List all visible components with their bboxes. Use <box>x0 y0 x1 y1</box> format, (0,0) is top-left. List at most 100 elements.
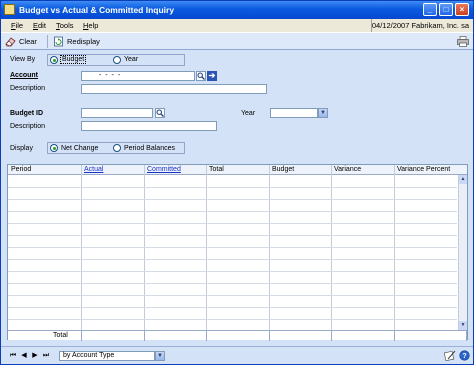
inquiry-window: Budget vs Actual & Committed Inquiry _ □… <box>0 0 474 365</box>
menu-tools[interactable]: Tools <box>56 21 74 30</box>
table-row[interactable] <box>8 187 457 188</box>
scroll-down-icon[interactable]: ▼ <box>459 321 467 330</box>
table-row[interactable] <box>8 211 457 212</box>
view-by-label: View By <box>10 56 36 63</box>
bottom-bar: ⏮ ◀ ▶ ⏭ by Account Type ▼ ? <box>1 346 473 364</box>
year-label: Year <box>241 110 256 117</box>
column-divider <box>331 165 332 340</box>
column-variance-percent[interactable]: Variance Percent <box>397 166 450 173</box>
grid-header: Period Actual Committed Total Budget Var… <box>8 165 467 175</box>
display-period-balances-radio[interactable] <box>113 144 121 152</box>
account-label[interactable]: Account <box>10 72 38 79</box>
account-mask: - - - - <box>99 72 122 79</box>
total-committed-cell <box>144 331 206 341</box>
magnifier-icon <box>156 109 164 117</box>
menu-file[interactable]: File <box>11 21 23 30</box>
total-variance-cell <box>331 331 394 341</box>
scroll-thumb[interactable] <box>459 184 467 321</box>
total-actual-cell <box>81 331 144 341</box>
table-row[interactable] <box>8 235 457 236</box>
redisplay-icon <box>54 36 63 47</box>
view-by-budget-label[interactable]: Budget <box>60 55 87 64</box>
clear-button[interactable]: Clear <box>5 35 37 48</box>
column-divider <box>81 165 82 340</box>
year-dropdown[interactable] <box>270 108 318 118</box>
minimize-button[interactable]: _ <box>423 3 437 16</box>
redisplay-label: Redisplay <box>67 37 100 46</box>
view-by-year-label[interactable]: Year <box>124 56 138 63</box>
budget-id-field[interactable] <box>81 108 153 118</box>
window-title: Budget vs Actual & Committed Inquiry <box>19 5 175 15</box>
eraser-icon <box>5 37 16 47</box>
user-date-status: 04/12/2007 Fabrikam, Inc. sa <box>371 21 469 30</box>
printer-icon[interactable] <box>457 36 469 47</box>
results-grid: Period Actual Committed Total Budget Var… <box>7 164 468 341</box>
table-row[interactable] <box>8 223 457 224</box>
last-record-icon[interactable]: ⏭ <box>42 351 50 360</box>
scroll-up-icon[interactable]: ▲ <box>459 175 467 184</box>
clear-label: Clear <box>19 37 37 46</box>
table-row[interactable] <box>8 199 457 200</box>
toolbar: Clear Redisplay <box>1 32 473 50</box>
next-record-icon[interactable]: ▶ <box>31 351 39 360</box>
budget-description-field[interactable] <box>81 121 217 131</box>
total-budget-cell <box>269 331 331 341</box>
menu-edit[interactable]: Edit <box>33 21 46 30</box>
account-expand-button[interactable]: ➔ <box>207 71 217 81</box>
column-divider <box>394 165 395 340</box>
table-row[interactable] <box>8 259 457 260</box>
budget-id-label: Budget ID <box>10 110 44 117</box>
column-divider <box>269 165 270 340</box>
total-variance-percent-cell <box>394 331 467 341</box>
toolbar-divider <box>47 35 48 48</box>
budget-description-label: Description <box>10 123 46 130</box>
menu-help[interactable]: Help <box>83 21 98 30</box>
magnifier-icon <box>197 72 205 80</box>
column-actual[interactable]: Actual <box>84 166 103 173</box>
column-committed[interactable]: Committed <box>147 166 181 173</box>
column-divider <box>144 165 145 340</box>
display-period-balances-label[interactable]: Period Balances <box>124 145 175 152</box>
budget-id-lookup-button[interactable] <box>155 108 165 118</box>
arrow-right-icon: ➔ <box>208 71 216 80</box>
table-row[interactable] <box>8 295 457 296</box>
table-row[interactable] <box>8 319 457 320</box>
display-net-change-radio[interactable] <box>50 144 58 152</box>
view-by-year-radio[interactable] <box>113 56 121 64</box>
ledger-icon <box>4 4 15 15</box>
svg-text:?: ? <box>462 353 466 360</box>
chevron-down-icon[interactable]: ▼ <box>318 108 328 118</box>
account-description-label: Description <box>10 85 46 92</box>
table-row[interactable] <box>8 283 457 284</box>
account-description-field[interactable] <box>81 84 267 94</box>
sort-by-dropdown[interactable]: by Account Type <box>59 351 155 361</box>
column-budget[interactable]: Budget <box>272 166 294 173</box>
total-total-cell <box>206 331 269 341</box>
maximize-button[interactable]: □ <box>439 3 453 16</box>
table-row[interactable] <box>8 271 457 272</box>
column-variance[interactable]: Variance <box>334 166 361 173</box>
table-row[interactable] <box>8 247 457 248</box>
first-record-icon[interactable]: ⏮ <box>9 351 17 360</box>
table-row[interactable] <box>8 307 457 308</box>
display-net-change-label[interactable]: Net Change <box>61 145 98 152</box>
sort-by-value: by Account Type <box>63 352 115 359</box>
chevron-down-icon[interactable]: ▼ <box>155 351 165 361</box>
total-row: Total <box>8 330 467 341</box>
grid-scrollbar[interactable]: ▲ ▼ <box>458 175 467 330</box>
help-icon[interactable]: ? <box>459 350 470 361</box>
previous-record-icon[interactable]: ◀ <box>20 351 28 360</box>
display-label: Display <box>10 145 33 152</box>
view-by-budget-radio[interactable] <box>50 56 58 64</box>
redisplay-button[interactable]: Redisplay <box>53 35 100 48</box>
account-field[interactable]: - - - - <box>81 71 195 81</box>
title-bar: Budget vs Actual & Committed Inquiry _ □… <box>1 1 473 19</box>
total-label: Total <box>53 332 68 339</box>
column-period[interactable]: Period <box>11 166 31 173</box>
note-icon[interactable] <box>444 350 456 361</box>
close-button[interactable]: × <box>455 3 469 16</box>
account-lookup-button[interactable] <box>196 71 206 81</box>
column-total[interactable]: Total <box>209 166 224 173</box>
menu-bar: File Edit Tools Help 04/12/2007 Fabrikam… <box>1 19 473 32</box>
column-divider <box>206 165 207 340</box>
